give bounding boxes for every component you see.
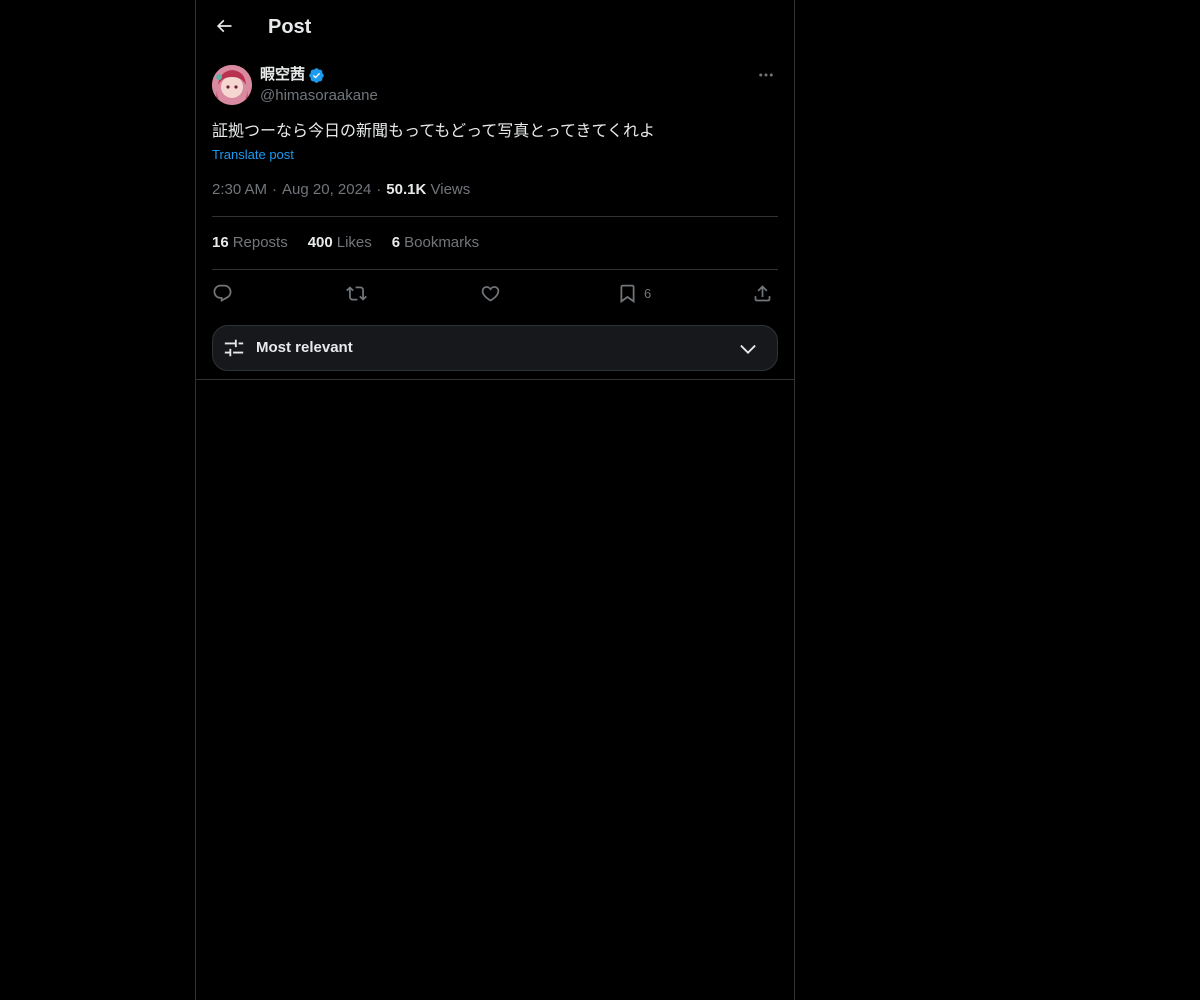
share-button[interactable] <box>752 280 773 306</box>
action-bar: 6 <box>212 280 778 306</box>
meta-separator: · <box>376 181 382 198</box>
author-row: 暇空茜 @himasoraakane <box>212 64 778 106</box>
reposts-count: 16 <box>212 234 229 251</box>
share-icon <box>754 284 771 301</box>
avatar-image <box>212 65 252 105</box>
views-label: Views <box>430 181 471 198</box>
heart-icon <box>481 285 500 302</box>
divider <box>196 379 794 380</box>
back-button[interactable] <box>208 10 240 42</box>
bookmarks-label: Bookmarks <box>404 234 480 251</box>
views-count: 50.1K <box>386 181 427 198</box>
more-options-button[interactable] <box>754 64 778 86</box>
likes-stat[interactable]: 400 Likes <box>308 233 372 253</box>
engagement-stats: 16 Reposts 400 Likes 6 Bookmarks <box>212 233 499 253</box>
like-button[interactable] <box>480 280 501 306</box>
bookmark-count: 6 <box>644 285 652 301</box>
display-name-link[interactable]: 暇空茜 <box>260 65 325 85</box>
likes-label: Likes <box>336 234 372 251</box>
post-text: 証拠つーなら今日の新聞もってもどって写真とってきてくれよ <box>212 121 656 140</box>
sort-label: Most relevant <box>256 339 353 356</box>
chevron-down-icon <box>740 344 756 354</box>
bookmarks-count: 6 <box>391 234 401 251</box>
avatar[interactable] <box>212 65 252 105</box>
page-title: Post <box>268 16 312 38</box>
post-time[interactable]: 2:30 AM <box>212 181 267 198</box>
verified-badge-icon <box>308 67 325 84</box>
more-horizontal-icon <box>759 73 773 77</box>
reply-button[interactable] <box>212 280 233 306</box>
sliders-icon <box>224 339 244 357</box>
translate-post-link[interactable]: Translate post <box>212 146 294 164</box>
post-meta: 2:30 AM · Aug 20, 2024 · 50.1K Views <box>212 180 470 200</box>
likes-count: 400 <box>307 234 333 251</box>
primary-column: Post 暇空茜 @himasoraakane 証拠つーなら今日の新聞もってもど… <box>195 0 795 1000</box>
repost-icon <box>346 285 367 301</box>
bookmarks-stat[interactable]: 6 Bookmarks <box>392 233 479 253</box>
arrow-left-icon <box>216 19 232 33</box>
post-date[interactable]: Aug 20, 2024 <box>282 181 371 198</box>
bookmark-icon <box>620 284 635 303</box>
divider <box>212 216 778 217</box>
divider <box>212 269 778 270</box>
reposts-label: Reposts <box>232 234 288 251</box>
header: Post <box>196 0 794 53</box>
author-handle[interactable]: @himasoraakane <box>260 86 378 106</box>
repost-button[interactable] <box>346 280 367 306</box>
reply-icon <box>213 284 232 302</box>
reposts-stat[interactable]: 16 Reposts <box>212 233 288 253</box>
bookmark-button[interactable]: 6 <box>617 280 651 306</box>
display-name: 暇空茜 <box>260 66 306 83</box>
reply-sort-dropdown[interactable]: Most relevant <box>212 325 778 371</box>
meta-separator: · <box>272 181 278 198</box>
